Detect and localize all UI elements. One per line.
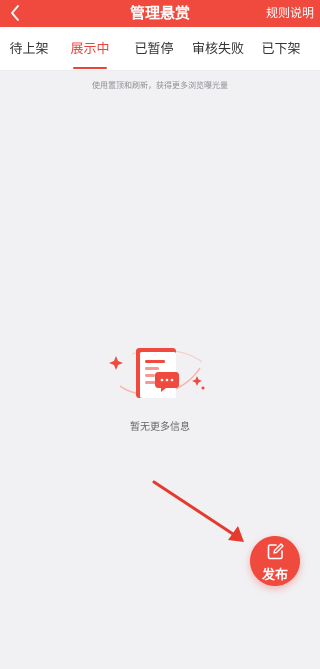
tab-review-failed[interactable]: 审核失败 [188, 27, 248, 71]
tab-bar: 待上架 展示中 已暂停 审核失败 已下架 [0, 27, 320, 71]
tab-pending[interactable]: 待上架 [4, 27, 54, 71]
publish-button[interactable]: 发布 [250, 536, 300, 586]
edit-icon [267, 543, 284, 560]
active-tab-indicator [73, 67, 107, 69]
app-header: 管理悬赏 规则说明 [0, 0, 320, 27]
publish-label: 发布 [261, 568, 288, 583]
rules-link[interactable]: 规则说明 [266, 0, 314, 27]
promotion-hint: 使用置顶和刷新，获得更多浏览曝光量 [92, 81, 228, 90]
pointer-arrow-icon [152, 480, 244, 542]
empty-state-text: 暂无更多信息 [130, 422, 190, 433]
tab-removed[interactable]: 已下架 [256, 27, 306, 71]
empty-document-chat-icon [109, 348, 205, 398]
tab-showing[interactable]: 展示中 [65, 27, 115, 71]
tab-paused[interactable]: 已暂停 [128, 27, 180, 71]
